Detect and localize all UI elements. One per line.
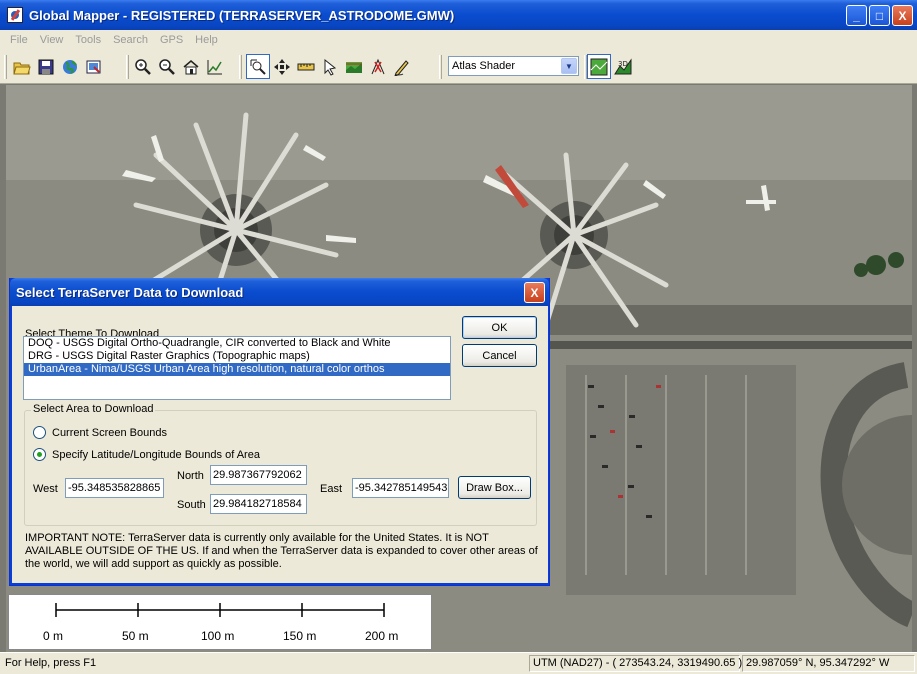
status-utm: UTM (NAD27) - ( 273543.24, 3319490.65 ) <box>529 655 742 672</box>
toolbar-grip[interactable] <box>126 55 129 79</box>
menu-gps[interactable]: GPS <box>154 34 189 46</box>
radio-current-screen-label: Current Screen Bounds <box>52 426 167 439</box>
globe-icon[interactable] <box>58 54 82 79</box>
app-icon[interactable] <box>7 7 23 23</box>
scale-label-50: 50 m <box>122 629 149 643</box>
scale-label-0: 0 m <box>43 629 64 643</box>
dialog-body: Select Theme To Download DOQ - USGS Digi… <box>13 306 548 583</box>
shader-value: Atlas Shader <box>452 60 515 72</box>
radio-current-screen[interactable]: Current Screen Bounds <box>33 426 167 439</box>
toolbar-grip[interactable] <box>4 55 7 79</box>
east-label: East <box>320 483 343 495</box>
open-icon[interactable] <box>10 54 34 79</box>
view-3d-icon[interactable]: 3D <box>611 54 635 79</box>
cancel-button[interactable]: Cancel <box>462 344 537 367</box>
menu-view[interactable]: View <box>34 34 70 46</box>
window-title: Global Mapper - REGISTERED (TERRASERVER_… <box>29 7 455 23</box>
west-label: West <box>33 483 58 495</box>
radio-latlon-bounds-button[interactable] <box>33 448 46 461</box>
home-icon[interactable] <box>179 54 203 79</box>
file-toolbar <box>10 54 106 80</box>
save-icon[interactable] <box>34 54 58 79</box>
tools-toolbar <box>246 54 414 80</box>
view-shed-icon[interactable] <box>342 54 366 79</box>
export-icon[interactable] <box>82 54 106 79</box>
dialog-close-button[interactable]: X <box>524 282 545 303</box>
menu-file[interactable]: File <box>4 34 34 46</box>
menu-help[interactable]: Help <box>189 34 224 46</box>
zoom-out-icon[interactable] <box>155 54 179 79</box>
status-help-text: For Help, press F1 <box>5 657 97 669</box>
ok-button[interactable]: OK <box>462 316 537 339</box>
statusbar: For Help, press F1 UTM (NAD27) - ( 27354… <box>0 652 917 674</box>
scale-label-100: 100 m <box>201 629 235 643</box>
view-toolbar <box>131 54 227 80</box>
path-icon[interactable] <box>366 54 390 79</box>
shader-dropdown[interactable]: Atlas Shader ▼ <box>448 56 579 76</box>
theme-item-drg[interactable]: DRG - USGS Digital Raster Graphics (Topo… <box>24 350 450 363</box>
menu-tools[interactable]: Tools <box>69 34 107 46</box>
theme-item-urbanarea[interactable]: UrbanArea - Nima/USGS Urban Area high re… <box>24 363 450 376</box>
scale-label-150: 150 m <box>283 629 317 643</box>
dialog-title: Select TerraServer Data to Download <box>16 285 244 300</box>
menu-search[interactable]: Search <box>107 34 154 46</box>
close-button[interactable]: X <box>892 5 913 26</box>
toolbar-grip[interactable] <box>239 55 242 79</box>
main-titlebar[interactable]: Global Mapper - REGISTERED (TERRASERVER_… <box>0 0 917 30</box>
pointer-icon[interactable] <box>318 54 342 79</box>
window-controls: _ □ X <box>846 5 913 26</box>
status-latlon: 29.987059° N, 95.347292° W <box>742 655 915 672</box>
toolbar-grip[interactable] <box>439 55 442 79</box>
dialog-titlebar[interactable]: Select TerraServer Data to Download <box>10 278 549 306</box>
zoom-in-icon[interactable] <box>131 54 155 79</box>
north-input[interactable]: 29.987367792062 <box>210 465 307 485</box>
theme-item-doq[interactable]: DOQ - USGS Digital Ortho-Quadrangle, CIR… <box>24 337 450 350</box>
north-label: North <box>177 470 204 482</box>
measure-icon[interactable] <box>294 54 318 79</box>
scale-bar: 0 m 50 m 100 m 150 m 200 m <box>8 594 432 650</box>
area-group-label: Select Area to Download <box>31 403 156 415</box>
profile-icon[interactable] <box>203 54 227 79</box>
theme-listbox[interactable]: DOQ - USGS Digital Ortho-Quadrangle, CIR… <box>23 336 451 400</box>
draw-box-button[interactable]: Draw Box... <box>458 476 531 499</box>
terraserver-dialog: Select TerraServer Data to Download X Se… <box>9 278 550 586</box>
south-label: South <box>177 499 206 511</box>
important-note: IMPORTANT NOTE: TerraServer data is curr… <box>25 532 538 570</box>
digitizer-icon[interactable] <box>390 54 414 79</box>
east-input[interactable]: -95.342785149543 <box>352 478 449 498</box>
chevron-down-icon[interactable]: ▼ <box>561 58 577 74</box>
south-input[interactable]: 29.984182718584 <box>210 494 307 514</box>
pan-icon[interactable] <box>270 54 294 79</box>
radio-latlon-bounds-label: Specify Latitude/Longitude Bounds of Are… <box>52 448 260 461</box>
zoom-tool-icon[interactable] <box>246 54 270 79</box>
view-3d-label: 3D <box>618 60 628 68</box>
west-input[interactable]: -95.348535828865 <box>65 478 164 498</box>
view-2d-icon[interactable] <box>587 54 611 79</box>
minimize-button[interactable]: _ <box>846 5 867 26</box>
radio-current-screen-button[interactable] <box>33 426 46 439</box>
view-mode-toolbar: 3D <box>587 54 635 80</box>
menubar: File View Tools Search GPS Help <box>0 30 917 50</box>
radio-latlon-bounds[interactable]: Specify Latitude/Longitude Bounds of Are… <box>33 448 260 461</box>
maximize-button[interactable]: □ <box>869 5 890 26</box>
scale-label-200: 200 m <box>365 629 399 643</box>
